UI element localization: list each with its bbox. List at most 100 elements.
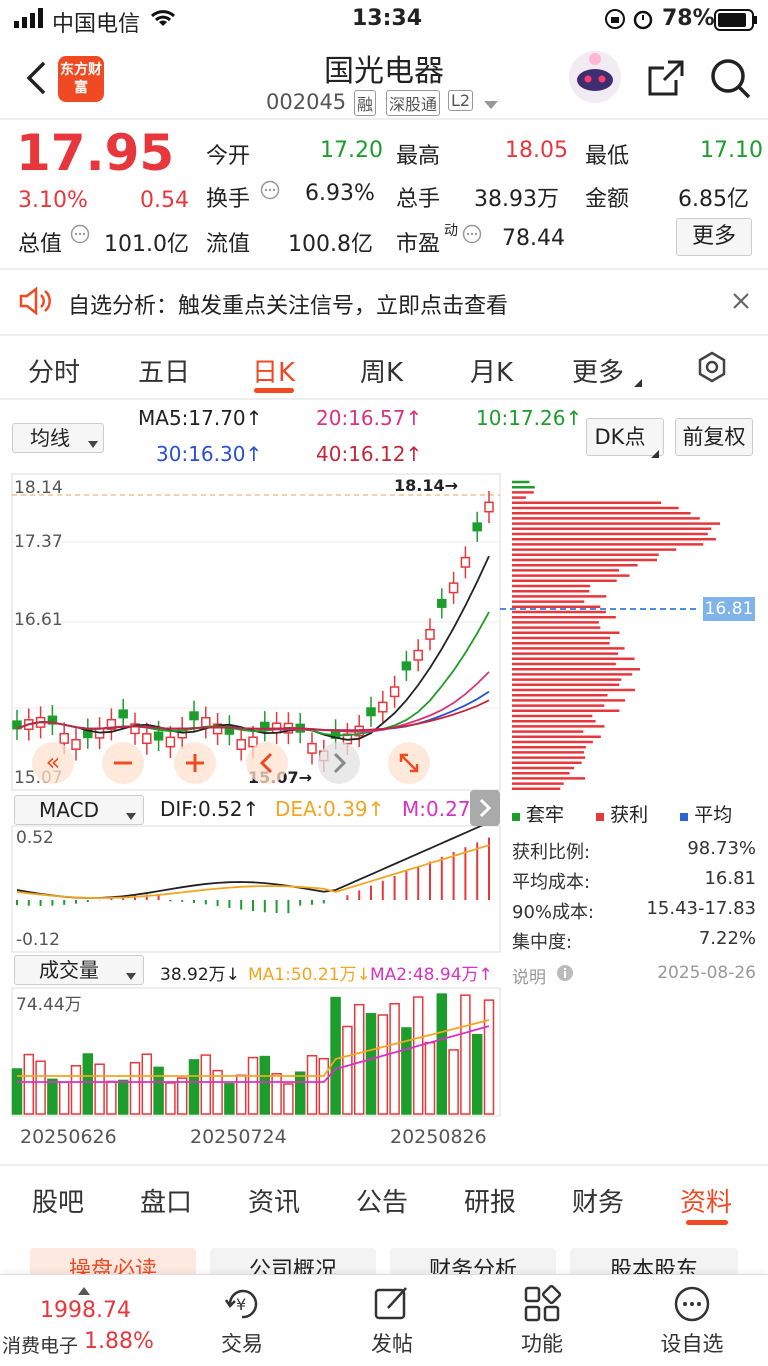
info-icon[interactable] xyxy=(70,224,90,248)
volume-selector[interactable]: 成交量 xyxy=(14,955,144,985)
tab-intraday[interactable]: 分时 xyxy=(28,352,80,389)
legend-swatch xyxy=(680,813,688,821)
tab-research[interactable]: 研报 xyxy=(464,1182,516,1219)
settings-icon[interactable] xyxy=(696,351,728,387)
volume-value: 38.93万 xyxy=(474,181,559,213)
connect-tag: 深股通 xyxy=(386,90,440,116)
chip-note[interactable]: 说明 xyxy=(512,963,546,988)
volume-bar xyxy=(201,1055,210,1114)
high-marker: 18.14→ xyxy=(394,476,458,495)
volume-bar xyxy=(48,1079,57,1114)
search-icon[interactable] xyxy=(710,58,752,104)
candle-body xyxy=(155,732,163,740)
pe-superscript: 动 xyxy=(444,220,458,240)
wifi-icon xyxy=(148,6,178,34)
zoom-in-icon[interactable] xyxy=(174,742,216,784)
trade-icon[interactable]: ¥ xyxy=(222,1284,262,1328)
forward-adjust-button[interactable]: 前复权 xyxy=(675,418,753,456)
volume-bar xyxy=(131,1063,140,1114)
tab-five-day[interactable]: 五日 xyxy=(138,352,190,389)
margin-tag: 融 xyxy=(354,90,376,116)
signal-icon xyxy=(14,8,44,34)
volume-bar xyxy=(473,1035,482,1114)
volume-bar xyxy=(426,1043,435,1114)
volume-bar xyxy=(378,1015,387,1114)
mktcap-value: 101.0亿 xyxy=(104,226,189,258)
ma10-value: 10:17.26↑ xyxy=(476,406,582,430)
tab-monthly-k[interactable]: 月K xyxy=(470,352,513,389)
fullscreen-icon[interactable] xyxy=(388,742,430,784)
macd-dif: DIF:0.52↑ xyxy=(160,797,259,821)
macd-selector[interactable]: MACD xyxy=(14,795,144,825)
tab-more[interactable]: 更多 xyxy=(572,352,624,389)
step-forward-icon[interactable] xyxy=(318,742,360,784)
post-icon[interactable] xyxy=(372,1284,412,1328)
tab-news[interactable]: 资讯 xyxy=(248,1182,300,1219)
step-back-icon[interactable] xyxy=(246,742,288,784)
macd-selector-label: MACD xyxy=(39,798,99,822)
pe-label: 市盈 xyxy=(396,226,440,258)
function-icon[interactable] xyxy=(522,1284,562,1328)
tab-forum[interactable]: 股吧 xyxy=(32,1182,84,1219)
info-icon[interactable] xyxy=(556,964,574,986)
candle-body xyxy=(414,651,422,660)
nav-post[interactable]: 发帖 xyxy=(352,1328,432,1358)
tab-daily-k[interactable]: 日K xyxy=(252,352,295,389)
zoom-out-icon[interactable] xyxy=(102,742,144,784)
date-label: 20250826 xyxy=(390,1126,487,1148)
candle-body xyxy=(485,502,493,511)
close-icon[interactable] xyxy=(732,292,750,314)
rotation-lock-icon xyxy=(604,8,626,36)
battery-percent: 78% xyxy=(662,6,715,31)
more-button[interactable]: 更多 xyxy=(676,218,752,256)
ma5-value: MA5:17.70↑ xyxy=(138,406,262,430)
nav-add-watchlist[interactable]: 设自选 xyxy=(650,1328,734,1358)
level2-tag: L2 xyxy=(448,90,473,111)
volume-bar xyxy=(331,998,340,1114)
mktcap-label: 总值 xyxy=(18,226,62,258)
nav-trade[interactable]: 交易 xyxy=(202,1328,282,1358)
volume-bar xyxy=(213,1071,222,1114)
volume-ma1: MA1:50.21万↓ xyxy=(248,960,371,985)
open-value: 17.20 xyxy=(320,138,383,163)
volume-bar xyxy=(249,1058,258,1114)
volume-bar xyxy=(437,994,446,1114)
rewind-fast-icon[interactable]: « xyxy=(32,742,74,784)
candle-body xyxy=(190,712,198,720)
tab-orderbook[interactable]: 盘口 xyxy=(140,1182,192,1219)
info-icon[interactable] xyxy=(260,180,280,204)
tab-profile[interactable]: 资料 xyxy=(680,1182,732,1219)
open-label: 今开 xyxy=(206,138,250,170)
tab-announcements[interactable]: 公告 xyxy=(356,1182,408,1219)
pe-value: 78.44 xyxy=(502,226,565,251)
volume-label: 总手 xyxy=(396,181,440,213)
tab-weekly-k[interactable]: 周K xyxy=(360,352,403,389)
candle-body xyxy=(379,702,387,711)
notice-text[interactable]: 自选分析：触发重点关注信号，立即点击查看 xyxy=(68,288,508,320)
index-value[interactable]: 1998.74 xyxy=(40,1298,131,1323)
robot-assistant-icon[interactable] xyxy=(568,50,622,108)
more-dots-icon[interactable] xyxy=(672,1284,712,1328)
chip-row-value: 7.22% xyxy=(600,928,756,949)
volume-bar xyxy=(107,1081,116,1114)
volume-bar xyxy=(367,1014,376,1114)
high-label: 最高 xyxy=(396,138,440,170)
volume-bar xyxy=(308,1056,317,1114)
volume-bar xyxy=(95,1064,104,1114)
share-icon[interactable] xyxy=(646,58,686,102)
current-price: 17.95 xyxy=(16,124,174,182)
volume-y-top: 74.44万 xyxy=(16,990,82,1015)
info-icon[interactable] xyxy=(462,224,482,248)
active-tab-indicator xyxy=(686,1220,728,1225)
divider xyxy=(0,398,768,400)
candle-body xyxy=(143,734,151,743)
float-value: 100.8亿 xyxy=(288,226,373,258)
active-tab-indicator xyxy=(254,388,294,393)
kline-y-label: 16.61 xyxy=(14,610,63,630)
nav-function[interactable]: 功能 xyxy=(502,1328,582,1358)
index-name[interactable]: 消费电子 xyxy=(2,1331,78,1358)
dropdown-icon[interactable] xyxy=(484,96,498,115)
volume-bar xyxy=(237,1075,246,1114)
expand-side-icon[interactable] xyxy=(470,790,500,826)
tab-finance[interactable]: 财务 xyxy=(572,1182,624,1219)
